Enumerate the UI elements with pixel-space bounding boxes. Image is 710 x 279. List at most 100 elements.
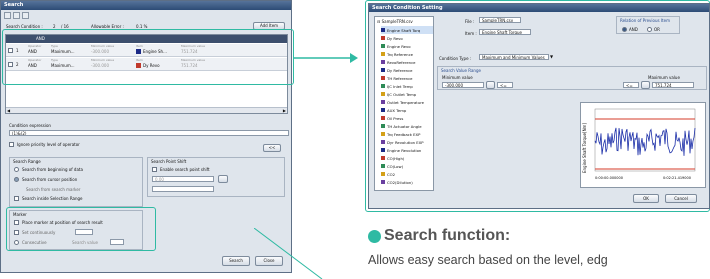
tree-item[interactable]: Trq Feedback EXP <box>381 130 433 138</box>
max-value-input[interactable]: 751.724 <box>652 82 694 88</box>
search-dialog-titlebar: Search <box>1 1 291 10</box>
condition-type-select[interactable]: Maximum and Minimum Values <box>479 54 549 60</box>
table-horizontal-scrollbar[interactable]: ◀ ▶ <box>6 107 287 113</box>
or-label: OR <box>654 27 660 32</box>
max-picker-button[interactable] <box>641 81 650 89</box>
channel-color-icon <box>381 68 385 72</box>
tree-item-label: Dyr Revolution EXP <box>387 139 424 145</box>
channel-color-icon <box>381 148 385 152</box>
marker-callout-line <box>254 228 323 279</box>
shift-second-input[interactable] <box>152 186 214 192</box>
enable-shift-label: Enable search point shift <box>160 167 210 172</box>
preview-graph: Engine Shaft Torque[Nm] 0:00:00.000000 0… <box>580 102 706 188</box>
tree-item-label: CO2 <box>387 171 396 177</box>
tree-item-label: Trq Feedback EXP <box>387 131 421 137</box>
channel-color-icon <box>381 156 385 160</box>
tree-item-label: Engine Shaft Torq <box>387 27 421 33</box>
search-condition-setting-dialog: Search Condition Setting ⊟ SampleTRN.csv… <box>368 3 710 209</box>
tree-item-label: Trq Reference <box>387 51 413 57</box>
bullet-icon <box>368 229 381 243</box>
tree-item[interactable]: IJC Outlet Temp <box>381 90 433 98</box>
tree-item[interactable]: Dy Revo <box>381 34 433 42</box>
tree-item[interactable]: Outlet Temperature <box>381 98 433 106</box>
tree-item[interactable]: CO2 <box>381 170 433 178</box>
shift-unit-button[interactable] <box>218 175 228 183</box>
tree-item[interactable]: RevoReference <box>381 58 433 66</box>
channel-color-icon <box>381 28 385 32</box>
condition-setting-title: Search Condition Setting <box>372 5 443 11</box>
radio-or[interactable] <box>647 27 652 32</box>
graph-trace <box>594 127 696 156</box>
tree-item[interactable]: AUX Temp <box>381 106 433 114</box>
search-button[interactable]: Search <box>222 256 250 266</box>
tree-root[interactable]: ⊟ SampleTRN.csv <box>377 19 413 24</box>
toolbar-delete-icon[interactable] <box>22 12 29 19</box>
radio-search-beginning[interactable] <box>14 167 19 172</box>
marker-highlight-box <box>6 207 156 251</box>
tree-item[interactable]: IJC Inlet Temp <box>381 82 433 90</box>
scroll-left-arrow-icon[interactable]: ◀ <box>7 108 10 113</box>
tree-item-label: CO2(Dilution) <box>387 179 413 185</box>
tree-item[interactable]: Oil Press <box>381 114 433 122</box>
scroll-right-arrow-icon[interactable]: ▶ <box>283 108 286 113</box>
tree-root-label: SampleTRN.csv <box>381 19 413 24</box>
min-value-input[interactable]: -300.000 <box>442 82 484 88</box>
channel-color-icon <box>381 100 385 104</box>
search-dialog: Search Search Condition : 2 / 16 Allowab… <box>0 0 294 273</box>
radio-search-cursor[interactable] <box>14 177 19 182</box>
range-title: Search Value Range <box>441 68 481 73</box>
ok-button[interactable]: OK <box>633 194 659 203</box>
condition-expression-label: Condition expression <box>9 123 51 128</box>
enable-shift-checkbox[interactable] <box>152 167 157 172</box>
tree-item-label: Engine Revolution <box>387 147 422 153</box>
graph-x-end: 0:02:21.419000 <box>663 176 691 180</box>
search-selection-checkbox[interactable] <box>14 196 19 201</box>
tree-item[interactable]: CO(Low) <box>381 162 433 170</box>
channel-color-icon <box>381 44 385 48</box>
min-picker-button[interactable] <box>486 81 495 89</box>
tree-item[interactable]: CO2(Dilution) <box>381 178 433 186</box>
cancel-button[interactable]: Cancel <box>665 194 697 203</box>
search-point-shift-group: Search Point Shift Enable search point s… <box>147 157 285 197</box>
chevron-down-icon[interactable]: ▼ <box>550 54 553 59</box>
tree-collapse-icon[interactable]: ⊟ <box>377 19 380 24</box>
channel-color-icon <box>381 36 385 40</box>
tree-item-label: Engine Revo <box>387 43 411 49</box>
relation-title: Relation of Previous Item <box>620 18 670 23</box>
tree-item-label: TH Reference <box>387 75 413 81</box>
tree-item[interactable]: Engine Revolution <box>381 146 433 154</box>
tree-item[interactable]: TH Reference <box>381 74 433 82</box>
search-range-title: Search Range <box>13 159 41 164</box>
min-label: Minimum value <box>442 75 473 80</box>
tree-item[interactable]: Dyr Revolution EXP <box>381 138 433 146</box>
relation-group: Relation of Previous Item AND OR <box>616 16 680 34</box>
tree-item[interactable]: Engine Revo <box>381 42 433 50</box>
graph-canvas: Engine Shaft Torque[Nm] 0:00:00.000000 0… <box>582 108 696 180</box>
toolbar-new-icon[interactable] <box>4 12 11 19</box>
toolbar-open-icon[interactable] <box>13 12 20 19</box>
table-highlight-box <box>2 29 294 85</box>
tree-item-label: Outlet Temperature <box>387 99 425 105</box>
shift-value-input[interactable]: 0.00 <box>152 176 214 182</box>
tree-item[interactable]: Engine Shaft Torq <box>381 26 433 34</box>
ignore-priority-checkbox[interactable] <box>9 142 14 147</box>
tree-item[interactable]: Dy Reference <box>381 66 433 74</box>
search-cursor-label: Search from cursor position <box>22 177 78 182</box>
channel-color-icon <box>381 108 385 112</box>
item-input: Engine Shaft Torque <box>479 29 531 35</box>
tree-item-label: Dy Reference <box>387 67 413 73</box>
min-operator-select[interactable]: <= <box>497 82 513 88</box>
expand-button[interactable]: << <box>263 144 281 152</box>
ignore-priority-label: Ignore priority level of operator <box>17 142 80 147</box>
item-label: Item : <box>465 31 477 36</box>
tree-item[interactable]: Trq Reference <box>381 50 433 58</box>
radio-and[interactable] <box>622 27 627 32</box>
condition-type-label: Condition Type : <box>439 56 472 61</box>
max-operator-select[interactable]: <= <box>623 82 639 88</box>
tree-item[interactable]: CO(High) <box>381 154 433 162</box>
tree-item[interactable]: TH Actuator Angle <box>381 122 433 130</box>
search-point-shift-title: Search Point Shift <box>151 159 187 164</box>
channel-color-icon <box>381 116 385 120</box>
condition-expression-input[interactable]: (1)&(2) <box>9 130 289 136</box>
channel-color-icon <box>381 140 385 144</box>
